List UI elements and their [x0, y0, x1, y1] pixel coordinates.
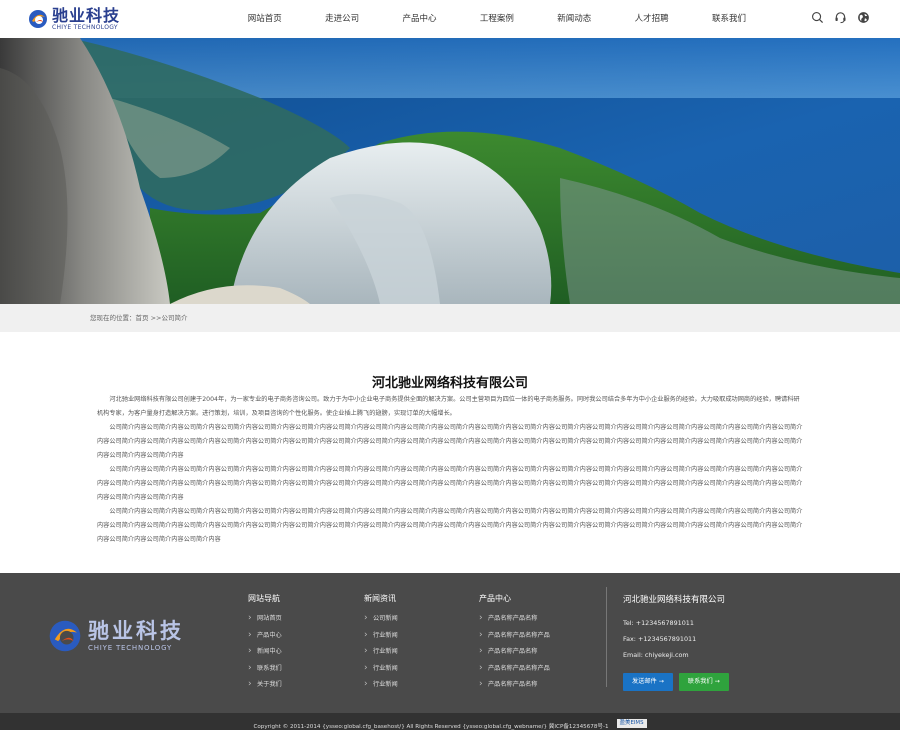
logo[interactable]: 驰业科技 CHIYE TECHNOLOGY [28, 6, 120, 32]
footer-link[interactable]: 行业新闻 [364, 663, 398, 681]
site-header: 驰业科技 CHIYE TECHNOLOGY 网站首页 走进公司 产品中心 工程案… [0, 0, 900, 38]
nav-about[interactable]: 走进公司 [303, 0, 380, 38]
footer-link[interactable]: 产品名称产品名称产品 [479, 663, 550, 681]
hero-landscape-image [0, 38, 900, 304]
intro-paragraph: 河北驰业网络科技有限公司创建于2004年，为一家专业的电子商务咨询公司。致力于为… [97, 396, 800, 417]
logo-cn: 驰业科技 [52, 5, 121, 25]
footer-link[interactable]: 关于我们 [248, 679, 282, 697]
footer-link[interactable]: 公司新闻 [364, 613, 398, 631]
footer-link[interactable]: 网站首页 [248, 613, 282, 631]
site-footer: 驰业科技 CHIYE TECHNOLOGY 网站导航 网站首页 产品中心 新闻中… [0, 573, 900, 713]
nav-products[interactable]: 产品中心 [381, 0, 458, 38]
nav-contact[interactable]: 联系我们 [690, 0, 767, 38]
footer-link[interactable]: 行业新闻 [364, 630, 398, 648]
footer-buttons: 发送邮件 → 联系我们 → [623, 673, 729, 691]
logo-en: CHIYE TECHNOLOGY [52, 23, 118, 31]
footer-link[interactable]: 产品名称产品名称 [479, 679, 550, 697]
footer-col-title: 网站导航 [248, 594, 280, 603]
headset-icon[interactable] [834, 11, 847, 24]
eims-badge[interactable]: 盈美EIMS [616, 719, 647, 728]
breadcrumb-text[interactable]: 您现在的位置：首页 >>公司简介 [90, 304, 187, 332]
main-nav: 网站首页 走进公司 产品中心 工程案例 新闻动态 人才招聘 联系我们 [226, 0, 768, 38]
footer-link[interactable]: 行业新闻 [364, 646, 398, 664]
nav-cases[interactable]: 工程案例 [458, 0, 535, 38]
header-icons [811, 11, 870, 24]
company-intro: 河北驰业网络科技有限公司创建于2004年，为一家专业的电子商务咨询公司。致力于为… [97, 393, 803, 547]
footer-link[interactable]: 产品名称产品名称 [479, 646, 550, 664]
footer-link[interactable]: 产品名称产品名称 [479, 613, 550, 631]
footer-col-news: 新闻资讯 公司新闻 行业新闻 行业新闻 行业新闻 行业新闻 [364, 593, 398, 697]
page-title: 河北驰业网络科技有限公司 [371, 376, 528, 391]
footer-contact: 河北驰业网络科技有限公司 Tel: +1234567891011 Fax: +1… [623, 593, 729, 691]
footer-link[interactable]: 产品中心 [248, 630, 282, 648]
hero-banner [0, 38, 900, 304]
footer-fax: Fax: +1234567891011 [623, 635, 697, 643]
footer-link[interactable]: 联系我们 [248, 663, 282, 681]
copyright-bar: Copyright © 2011-2014 {ysseo:global.cfg_… [0, 713, 900, 730]
search-icon[interactable] [811, 11, 824, 24]
footer-logo-swirl-icon [49, 620, 81, 652]
nav-jobs[interactable]: 人才招聘 [613, 0, 690, 38]
footer-logo-text: 驰业科技 CHIYE TECHNOLOGY [88, 618, 184, 652]
send-email-button[interactable]: 发送邮件 → [623, 673, 673, 691]
content-paragraph-3: 公司简介内容公司简介内容公司简介内容公司简介内容公司简介内容公司简介内容公司简介… [97, 508, 803, 543]
footer-logo-en: CHIYE TECHNOLOGY [88, 643, 173, 652]
footer-col-products: 产品中心 产品名称产品名称 产品名称产品名称产品 产品名称产品名称 产品名称产品… [479, 593, 550, 697]
logo-swirl-icon [29, 10, 47, 28]
nav-home[interactable]: 网站首页 [226, 0, 303, 38]
footer-link[interactable]: 行业新闻 [364, 679, 398, 697]
copyright-text: Copyright © 2011-2014 {ysseo:global.cfg_… [253, 724, 609, 730]
footer-divider [606, 587, 607, 687]
footer-col-nav: 网站导航 网站首页 产品中心 新闻中心 联系我们 关于我们 [248, 593, 282, 697]
breadcrumb: 您现在的位置：首页 >>公司简介 [0, 304, 900, 332]
nav-news[interactable]: 新闻动态 [536, 0, 613, 38]
contact-us-button[interactable]: 联系我们 → [678, 673, 729, 691]
logo-text: 驰业科技 CHIYE TECHNOLOGY [52, 5, 121, 31]
footer-contact-title: 河北驰业网络科技有限公司 [623, 595, 726, 605]
footer-logo[interactable]: 驰业科技 CHIYE TECHNOLOGY [48, 619, 184, 653]
footer-email[interactable]: Email: chiyekeji.com [623, 651, 729, 667]
footer-col-title: 新闻资讯 [364, 594, 396, 603]
footer-logo-cn: 驰业科技 [88, 618, 184, 643]
content-paragraph-1: 公司简介内容公司简介内容公司简介内容公司简介内容公司简介内容公司简介内容公司简介… [97, 424, 803, 459]
footer-col-title: 产品中心 [479, 594, 511, 603]
footer-tel: Tel: +1234567891011 [623, 619, 694, 627]
footer-link[interactable]: 新闻中心 [248, 646, 282, 664]
footer-link[interactable]: 产品名称产品名称产品 [479, 630, 550, 648]
globe-icon[interactable] [857, 11, 870, 24]
content-paragraph-2: 公司简介内容公司简介内容公司简介内容公司简介内容公司简介内容公司简介内容公司简介… [97, 466, 803, 501]
